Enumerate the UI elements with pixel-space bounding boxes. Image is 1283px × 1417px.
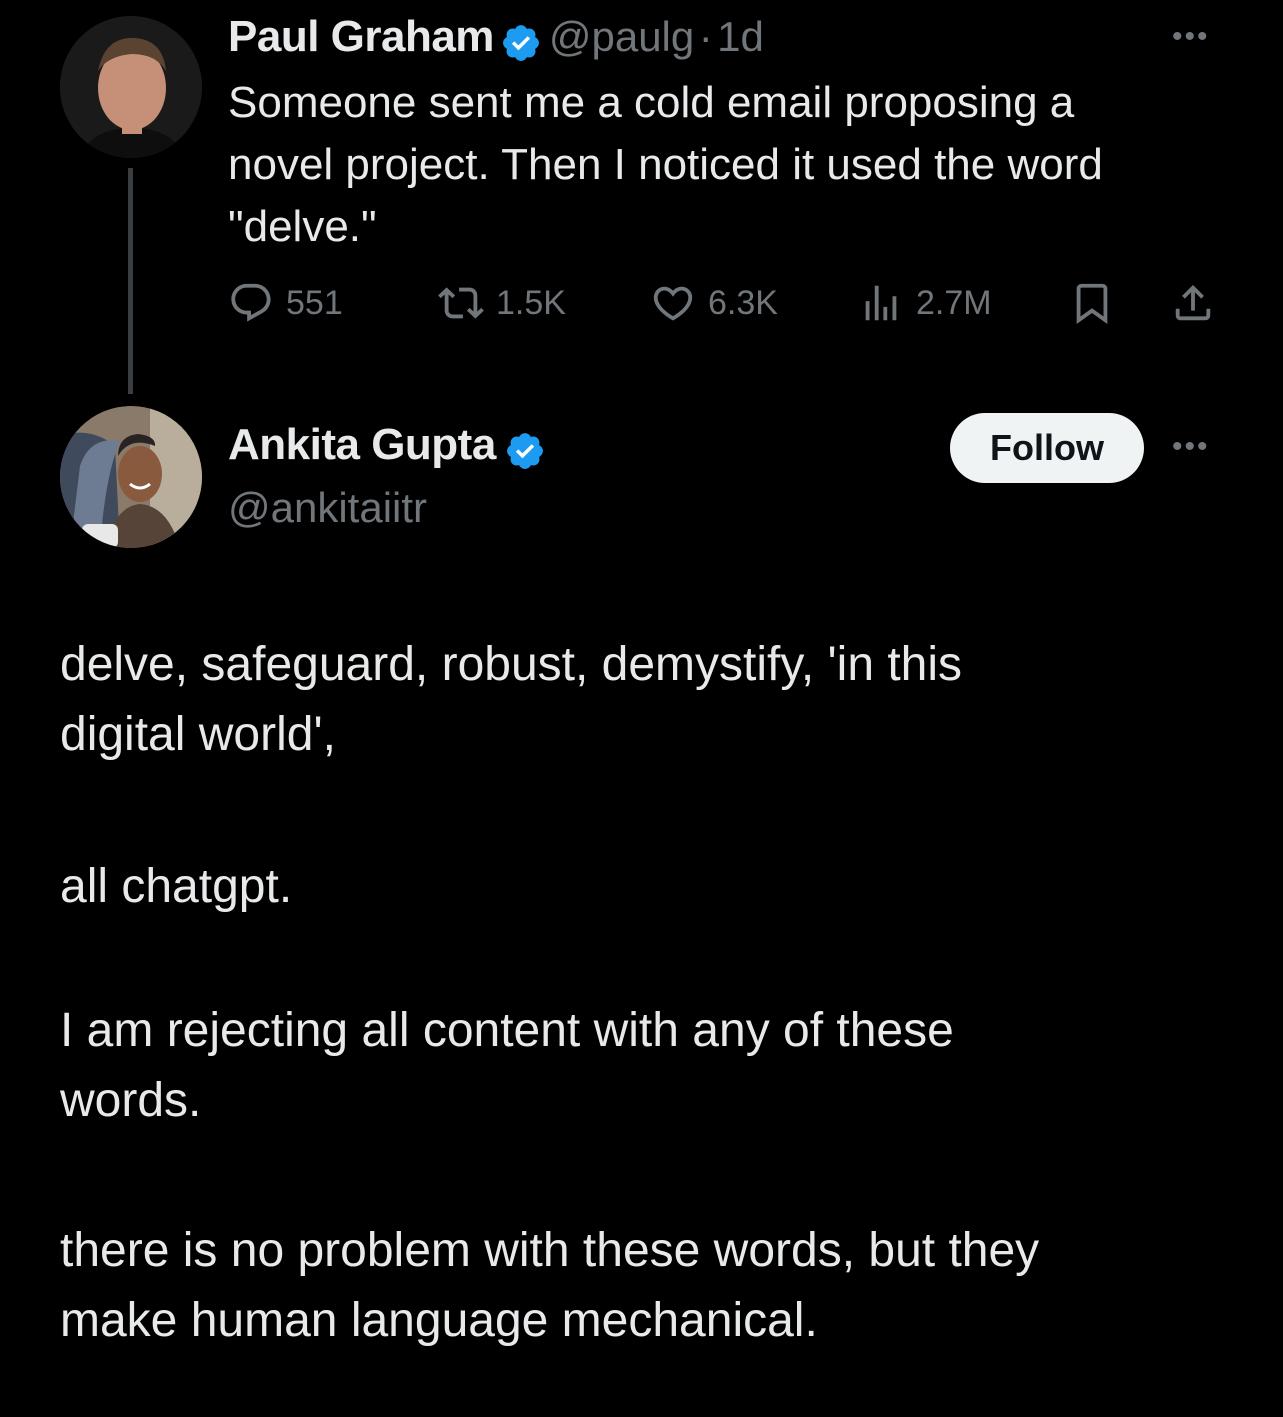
bookmark-button[interactable] bbox=[1069, 279, 1115, 327]
tweet-text-line: novel project. Then I noticed it used th… bbox=[228, 140, 1103, 189]
repost-icon bbox=[438, 287, 484, 319]
views-icon bbox=[865, 285, 897, 321]
reply-paragraph: delve, safeguard, robust, demystify, 'in… bbox=[60, 630, 1240, 770]
tweet-text-line: "delve." bbox=[228, 202, 377, 251]
reply-text-line: words. bbox=[60, 1074, 202, 1127]
views-count: 2.7M bbox=[916, 283, 992, 322]
repost-button[interactable]: 1.5K bbox=[438, 279, 566, 327]
reply-text-line: all chatgpt. bbox=[60, 860, 293, 913]
reply-text-line: make human language mechanical. bbox=[60, 1294, 818, 1347]
verified-badge-icon bbox=[507, 432, 544, 469]
author-handle[interactable]: @ankitaiitr bbox=[228, 484, 427, 532]
bookmark-icon bbox=[1076, 283, 1108, 324]
avatar-ankita-gupta[interactable] bbox=[60, 406, 202, 548]
separator-dot: · bbox=[698, 13, 713, 60]
reply-count: 551 bbox=[286, 283, 343, 322]
views-button[interactable]: 2.7M bbox=[858, 279, 992, 327]
parent-tweet-text: Someone sent me a cold email proposing a… bbox=[228, 72, 1228, 258]
reply-icon bbox=[231, 283, 271, 322]
author-name[interactable]: Ankita Gupta bbox=[228, 420, 496, 469]
like-icon bbox=[653, 286, 693, 321]
reply-tweet-text: all chatgpt. bbox=[60, 852, 1240, 922]
reply-text-line: digital world', bbox=[60, 708, 336, 761]
reply-button[interactable]: 551 bbox=[228, 279, 343, 327]
tweet-text-line: Someone sent me a cold email proposing a bbox=[228, 78, 1075, 127]
reply-paragraph: there is no problem with these words, bu… bbox=[60, 1216, 1240, 1356]
avatar-paul-graham[interactable] bbox=[60, 16, 202, 158]
follow-button[interactable]: Follow bbox=[950, 413, 1144, 483]
reply-text-line: delve, safeguard, robust, demystify, 'in… bbox=[60, 638, 963, 691]
more-icon[interactable]: ••• bbox=[1172, 430, 1210, 464]
author-name[interactable]: Paul Graham bbox=[228, 12, 494, 61]
more-icon[interactable]: ••• bbox=[1172, 20, 1210, 54]
parent-tweet-header: Paul Graham @paulg · 1d bbox=[228, 12, 764, 68]
like-count: 6.3K bbox=[708, 283, 778, 322]
reply-author-name-row: Ankita Gupta bbox=[228, 420, 546, 476]
like-button[interactable]: 6.3K bbox=[650, 279, 778, 327]
reply-text-line: there is no problem with these words, bu… bbox=[60, 1224, 1040, 1277]
reply-tweet-text: delve, safeguard, robust, demystify, 'in… bbox=[60, 630, 1240, 770]
repost-count: 1.5K bbox=[496, 283, 566, 322]
reply-paragraph: I am rejecting all content with any of t… bbox=[60, 996, 1240, 1136]
reply-paragraph: all chatgpt. bbox=[60, 852, 1240, 922]
reply-tweet-text: there is no problem with these words, bu… bbox=[60, 1216, 1240, 1356]
reply-text-line: I am rejecting all content with any of t… bbox=[60, 1004, 954, 1057]
verified-badge-icon bbox=[503, 24, 540, 61]
share-button[interactable] bbox=[1170, 279, 1216, 327]
reply-tweet-text: I am rejecting all content with any of t… bbox=[60, 996, 1240, 1136]
author-handle[interactable]: @paulg bbox=[549, 13, 694, 60]
share-icon bbox=[1175, 284, 1211, 321]
tweet-time[interactable]: 1d bbox=[717, 13, 764, 60]
thread-connector-line bbox=[128, 168, 133, 394]
